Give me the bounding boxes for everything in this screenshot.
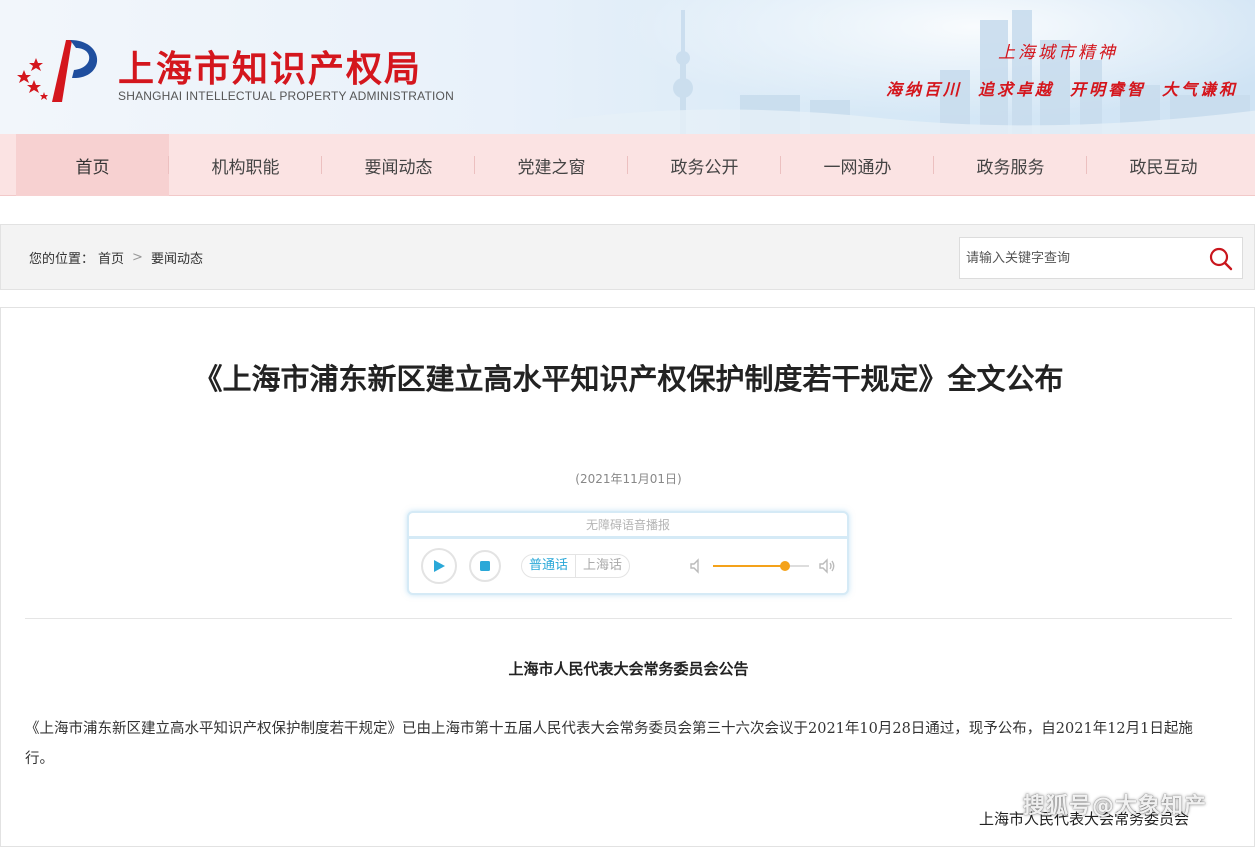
nav-item-services[interactable]: 政务服务 <box>934 134 1087 196</box>
nav-item-label: 政务服务 <box>976 157 1045 178</box>
breadcrumb-home-link[interactable]: 首页 <box>98 248 124 267</box>
city-spirit-title: 上海城市精神 <box>998 43 1118 63</box>
nav-item-one-network[interactable]: 一网通办 <box>781 134 934 196</box>
nav-item-interaction[interactable]: 政民互动 <box>1087 134 1240 196</box>
nav-item-label: 政务公开 <box>670 157 739 178</box>
breadcrumb-separator: > <box>132 250 143 265</box>
player-header: 无障碍语音播报 <box>409 513 847 539</box>
volume-slider-knob[interactable] <box>780 561 790 571</box>
volume-low-icon[interactable] <box>687 556 707 576</box>
volume-slider[interactable] <box>713 561 809 571</box>
city-skyline-image <box>560 10 1255 134</box>
spirit-word: 大气谦和 <box>1162 80 1239 99</box>
language-toggle: 普通话 上海话 <box>521 554 631 578</box>
nav-item-home[interactable]: 首页 <box>16 134 169 196</box>
nav-item-party[interactable]: 党建之窗 <box>475 134 628 196</box>
article-date: (2021年11月01日) <box>575 472 682 486</box>
language-shanghainese-option[interactable]: 上海话 <box>576 555 629 577</box>
source-watermark: 搜狐号@大象知产 <box>1023 794 1208 819</box>
play-icon <box>434 560 445 572</box>
spirit-word: 追求卓越 <box>978 80 1055 99</box>
breadcrumb-news-link[interactable]: 要闻动态 <box>151 248 203 267</box>
spirit-word: 开明睿智 <box>1070 80 1147 99</box>
header-banner: 上海市知识产权局 SHANGHAI INTELLECTUAL PROPERTY … <box>0 0 1255 134</box>
content-divider <box>25 618 1232 619</box>
notice-title: 上海市人民代表大会常务委员会公告 <box>508 660 749 678</box>
play-button[interactable] <box>421 548 457 584</box>
player-controls: 普通话 上海话 <box>409 539 847 593</box>
audio-player: 无障碍语音播报 普通话 上海话 <box>407 511 849 595</box>
nav-item-label: 机构职能 <box>211 157 280 178</box>
nav-item-label: 一网通办 <box>823 157 892 178</box>
nav-item-label: 要闻动态 <box>364 157 433 178</box>
stop-button[interactable] <box>469 550 501 582</box>
nav-item-functions[interactable]: 机构职能 <box>169 134 322 196</box>
administration-logo <box>17 40 98 102</box>
search-input[interactable] <box>960 238 1200 278</box>
site-title: 上海市知识产权局 <box>118 49 423 90</box>
spirit-word: 海纳百川 <box>886 80 963 99</box>
main-nav: 首页 机构职能 要闻动态 党建之窗 政务公开 一网通办 政务服务 政民互动 <box>0 134 1255 196</box>
article-card: 《上海市浦东新区建立高水平知识产权保护制度若干规定》全文公布 (2021年11月… <box>0 307 1255 847</box>
city-spirit-words: 海纳百川 追求卓越 开明睿智 大气谦和 <box>886 76 1238 100</box>
nav-item-label: 首页 <box>75 157 110 178</box>
nav-item-label: 党建之窗 <box>517 157 586 178</box>
nav-item-label: 政民互动 <box>1129 157 1198 178</box>
search-icon[interactable] <box>1208 246 1234 272</box>
volume-slider-fill <box>713 565 785 567</box>
stop-icon <box>480 561 490 571</box>
breadcrumb: 您的位置： 首页 > 要闻动态 <box>29 248 203 267</box>
article-body: 《上海市浦东新区建立高水平知识产权保护制度若干规定》已由上海市第十五届人民代表大… <box>25 721 1193 767</box>
nav-item-disclosure[interactable]: 政务公开 <box>628 134 781 196</box>
search-box <box>959 237 1243 279</box>
volume-high-icon[interactable] <box>817 556 837 576</box>
nav-item-news[interactable]: 要闻动态 <box>322 134 475 196</box>
article-title: 《上海市浦东新区建立高水平知识产权保护制度若干规定》全文公布 <box>193 362 1064 396</box>
breadcrumb-bar: 您的位置： 首页 > 要闻动态 <box>0 224 1255 290</box>
breadcrumb-prefix: 您的位置： <box>29 252 95 267</box>
language-mandarin-option[interactable]: 普通话 <box>522 555 577 577</box>
site-subtitle: SHANGHAI INTELLECTUAL PROPERTY ADMINISTR… <box>118 89 454 103</box>
